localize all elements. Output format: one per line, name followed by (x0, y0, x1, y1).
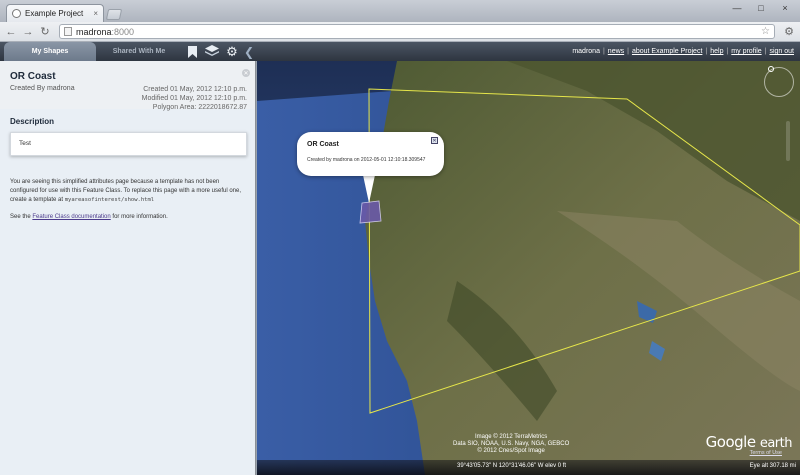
browser-tab[interactable]: Example Project × (6, 4, 104, 22)
my-profile-link[interactable]: my profile (731, 48, 761, 55)
app-header: My Shapes Shared With Me ⚙ ❮ madrona | ne… (0, 42, 800, 61)
back-icon[interactable]: ← (4, 25, 18, 39)
map-status-bar: 39°43'05.73" N 120°31'46.06" W elev 0 ft… (257, 460, 800, 475)
description-heading: Description (10, 117, 55, 126)
description-box: Test (10, 132, 247, 156)
feature-popup: OR Coast Created by madrona on 2012-05-0… (297, 132, 444, 176)
template-path: myareasofinterest/show.html (64, 197, 155, 203)
browser-titlebar: Example Project × — □ × (0, 0, 800, 22)
feature-title: OR Coast (10, 71, 56, 82)
minimize-button[interactable]: — (726, 1, 748, 15)
page-icon (64, 27, 72, 36)
feature-dates: Created 01 May, 2012 12:10 p.m. Modified… (142, 85, 247, 112)
imagery-attribution: Image © 2012 TerraMetrics Data SIO, NOAA… (453, 434, 570, 454)
feature-header: OR Coast Created By madrona Created 01 M… (0, 61, 255, 112)
reload-icon[interactable]: ↻ (38, 25, 52, 39)
popup-title: OR Coast (307, 141, 339, 148)
wrench-menu-icon[interactable]: ⚙ (782, 25, 796, 39)
url-text[interactable]: madrona:8000 (76, 27, 757, 37)
window-controls: — □ × (726, 1, 796, 15)
page-favicon-icon (12, 9, 21, 18)
help-link[interactable]: help (710, 48, 723, 55)
user-links: madrona | news | about Example Project | he… (572, 48, 794, 55)
documentation-notice: See the Feature Class documentation for … (10, 214, 168, 220)
collapse-arrow-icon[interactable]: ❮ (242, 42, 256, 61)
attributes-panel: OR Coast Created By madrona Created 01 M… (0, 61, 256, 475)
browser-toolbar: ← → ↻ madrona:8000 ☆ ⚙ (0, 22, 800, 42)
description-section: Description Test You are seeing this sim… (0, 109, 255, 475)
maximize-button[interactable]: □ (750, 1, 772, 15)
tab-my-shapes[interactable]: My Shapes (4, 42, 96, 61)
address-bar[interactable]: madrona:8000 ☆ (59, 24, 775, 39)
forward-icon[interactable]: → (21, 25, 35, 39)
bookmark-icon[interactable] (182, 42, 202, 61)
about-link[interactable]: about Example Project (632, 48, 702, 55)
tab-close-icon[interactable]: × (93, 9, 98, 18)
polygon-area: Polygon Area: 2222018672.87 (152, 104, 247, 111)
popup-text: Created by madrona on 2012-05-01 12:10:1… (307, 157, 426, 163)
gear-icon[interactable]: ⚙ (222, 42, 242, 61)
username: madrona (572, 48, 600, 55)
zoom-slider[interactable] (786, 121, 790, 161)
close-window-button[interactable]: × (774, 1, 796, 15)
template-notice: You are seeing this simplified attribute… (10, 179, 242, 203)
google-earth-logo: Google earth (705, 433, 793, 451)
popup-tail (363, 175, 375, 203)
terms-of-use-link[interactable]: Terms of Use (750, 450, 782, 456)
feature-class-docs-link[interactable]: Feature Class documentation (32, 214, 110, 220)
modified-date: Modified 01 May, 2012 12:10 p.m. (141, 95, 247, 102)
navigation-compass-icon[interactable] (764, 66, 794, 97)
google-earth-map[interactable]: OR Coast Created by madrona on 2012-05-0… (257, 61, 800, 475)
created-date: Created 01 May, 2012 12:10 p.m. (143, 86, 247, 93)
terrain-imagery (257, 61, 800, 475)
popup-close-icon[interactable]: ✕ (431, 137, 438, 144)
sign-out-link[interactable]: sign out (769, 48, 794, 55)
layers-icon[interactable] (202, 42, 222, 61)
bookmark-star-icon[interactable]: ☆ (761, 26, 770, 37)
pointer-coordinates: 39°43'05.73" N 120°31'46.06" W elev 0 ft (457, 463, 567, 469)
news-link[interactable]: news (608, 48, 624, 55)
tab-shared-with-me[interactable]: Shared With Me (96, 42, 182, 61)
tab-title: Example Project (25, 9, 84, 18)
close-panel-icon[interactable]: ✕ (242, 69, 250, 77)
eye-altitude: Eye alt 307.18 mi (749, 463, 796, 469)
new-tab-button[interactable] (105, 9, 123, 20)
